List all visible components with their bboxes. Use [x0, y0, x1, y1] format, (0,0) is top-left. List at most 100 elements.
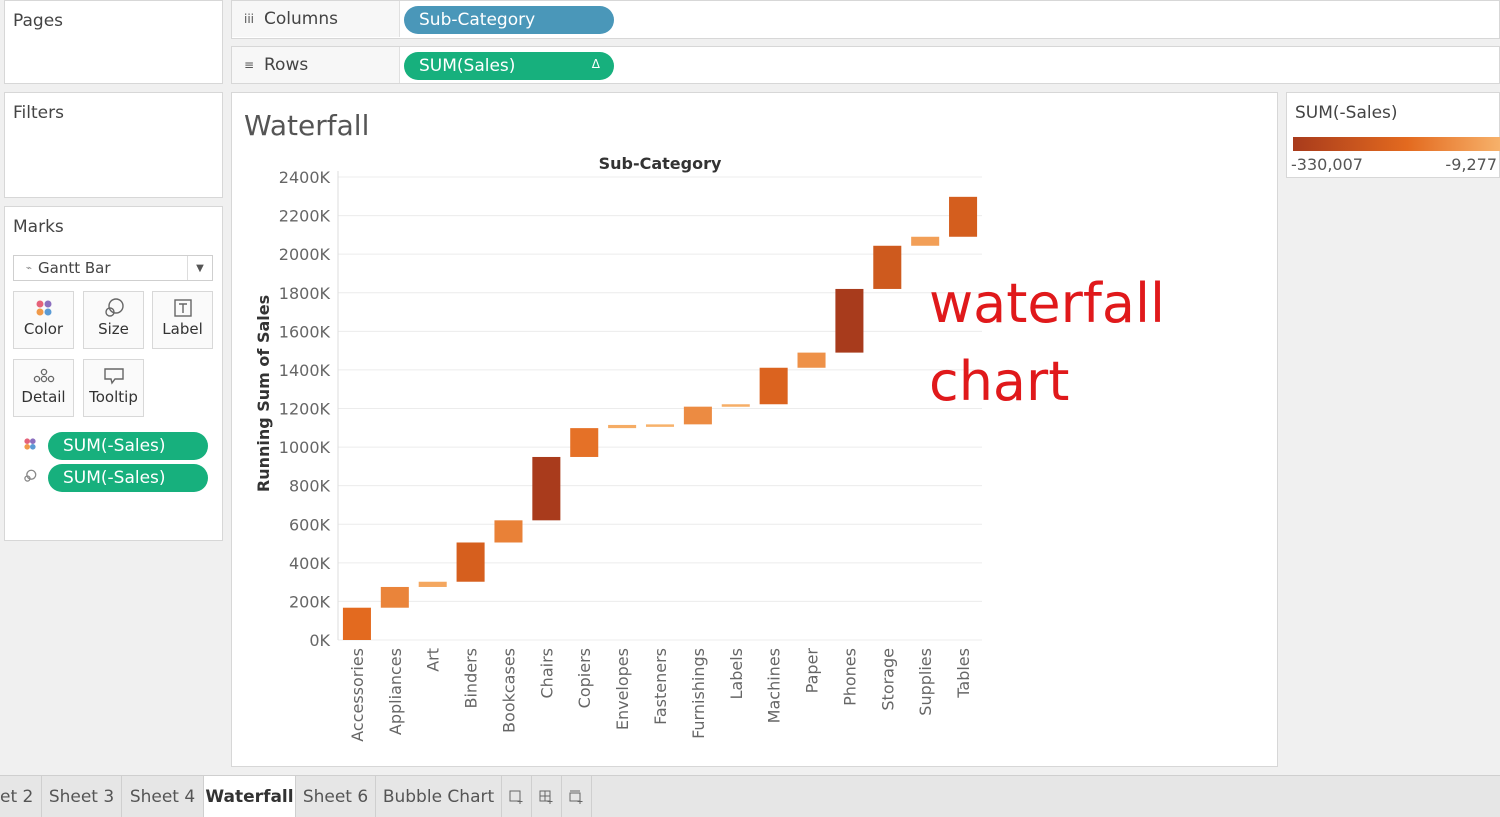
y-tick-label: 1400K: [279, 361, 331, 380]
waterfall-bar: [570, 428, 599, 457]
sheet-tabs-bar: et 2 Sheet 3 Sheet 4 Waterfall Sheet 6 B…: [0, 775, 1500, 817]
waterfall-bar: [456, 542, 485, 582]
color-icon: [23, 437, 37, 455]
mark-type-dropdown[interactable]: ⌁ Gantt Bar ▼: [13, 255, 213, 281]
x-tick-label: Machines: [765, 648, 784, 723]
label-icon: [153, 292, 212, 320]
waterfall-bar: [759, 367, 788, 405]
x-tick-label: Storage: [878, 648, 897, 711]
detail-label: Detail: [21, 388, 66, 406]
waterfall-bar: [721, 404, 750, 407]
annotation-text: waterfall chart: [929, 265, 1165, 421]
marks-label-button[interactable]: Label: [152, 291, 213, 349]
new-sheet-icon[interactable]: [502, 776, 532, 817]
waterfall-chart: Sub-Category 0K 200K 400K 600K 800K 1000K 1200K…: [254, 154, 982, 742]
annotation-line-1: waterfall: [929, 272, 1165, 335]
new-story-icon[interactable]: [562, 776, 592, 817]
legend-max-label: -9,277: [1445, 155, 1497, 174]
tab-bubble-chart[interactable]: Bubble Chart: [376, 776, 502, 817]
waterfall-bar: [645, 424, 675, 427]
waterfall-bar: [835, 288, 864, 353]
color-legend[interactable]: SUM(-Sales) -330,007 -9,277: [1286, 92, 1500, 178]
filters-shelf[interactable]: Filters: [4, 92, 223, 198]
y-tick-label: 600K: [289, 515, 331, 534]
legend-min-label: -330,007: [1291, 155, 1363, 174]
x-tick-label: Tables: [954, 648, 973, 699]
y-tick-label: 1200K: [279, 400, 331, 419]
rows-icon: ≡: [243, 58, 255, 72]
marks-size-pill[interactable]: SUM(-Sales): [48, 464, 208, 492]
tab-label: Sheet 4: [129, 786, 196, 807]
rows-pill-sum-sales[interactable]: SUM(Sales) Δ: [404, 52, 614, 80]
worksheet-view: Waterfall Sub-Category 0K 200K 400K 600K 800K…: [231, 92, 1278, 767]
rows-shelf[interactable]: ≡ Rows SUM(Sales) Δ: [231, 46, 1500, 84]
y-tick-label: 2400K: [279, 168, 331, 187]
marks-card: Marks ⌁ Gantt Bar ▼ Color Size Label Det…: [4, 206, 223, 541]
size-label: Size: [98, 320, 129, 338]
y-tick-label: 200K: [289, 592, 331, 611]
y-tick-label: 2000K: [279, 245, 331, 264]
x-tick-label: Labels: [727, 648, 746, 700]
x-tick-label: Accessories: [348, 648, 367, 742]
x-tick-label: Chairs: [537, 648, 556, 698]
size-icon: [84, 292, 143, 320]
tab-label: et 2: [0, 786, 34, 807]
rows-pill-label: SUM(Sales): [419, 56, 516, 76]
waterfall-bar: [532, 456, 561, 521]
marks-tooltip-button[interactable]: Tooltip: [83, 359, 144, 417]
x-tick-label: Art: [424, 648, 443, 672]
x-tick-label: Envelopes: [613, 648, 632, 730]
label-label: Label: [162, 320, 203, 338]
x-tick-label: Supplies: [916, 648, 935, 716]
x-tick-label: Phones: [840, 648, 859, 706]
marks-color-pill[interactable]: SUM(-Sales): [48, 432, 208, 460]
waterfall-bar: [949, 196, 978, 237]
y-tick-label: 800K: [289, 477, 331, 496]
tab-label: Sheet 3: [48, 786, 115, 807]
x-tick-label: Copiers: [575, 648, 594, 708]
pages-shelf[interactable]: Pages: [4, 0, 223, 84]
marks-size-button[interactable]: Size: [83, 291, 144, 349]
waterfall-bar: [911, 236, 940, 246]
detail-icon: [14, 360, 73, 388]
tab-label: Bubble Chart: [382, 786, 495, 807]
color-icon: [14, 292, 73, 320]
tab-sheet-3[interactable]: Sheet 3: [42, 776, 122, 817]
tooltip-icon: [84, 360, 143, 388]
waterfall-bar: [797, 352, 826, 368]
tab-sheet-6[interactable]: Sheet 6: [296, 776, 376, 817]
tab-label: Sheet 6: [302, 786, 369, 807]
annotation-line-2: chart: [929, 350, 1070, 413]
columns-pill-sub-category[interactable]: Sub-Category: [404, 6, 614, 34]
waterfall-bar: [494, 520, 523, 543]
mark-type-value: Gantt Bar: [38, 259, 111, 277]
marks-color-pill-label: SUM(-Sales): [63, 436, 166, 456]
table-calc-delta-icon: Δ: [591, 57, 600, 71]
columns-icon: iii: [243, 12, 254, 26]
rows-label: Rows: [264, 55, 309, 75]
x-tick-label: Furnishings: [689, 648, 708, 739]
y-tick-label: 1000K: [279, 438, 331, 457]
columns-label: Columns: [264, 9, 338, 29]
y-axis-label: Running Sum of Sales: [254, 295, 273, 492]
tab-sheet-2[interactable]: et 2: [0, 776, 42, 817]
waterfall-bar: [873, 245, 902, 289]
waterfall-bar: [342, 607, 371, 640]
legend-title: SUM(-Sales): [1295, 103, 1398, 123]
marks-color-button[interactable]: Color: [13, 291, 74, 349]
tab-waterfall[interactable]: Waterfall: [204, 776, 296, 817]
x-tick-label: Appliances: [386, 648, 405, 735]
chevron-down-icon[interactable]: ▼: [187, 256, 212, 280]
columns-shelf[interactable]: iii Columns Sub-Category: [231, 0, 1500, 39]
new-dashboard-icon[interactable]: [532, 776, 562, 817]
marks-detail-button[interactable]: Detail: [13, 359, 74, 417]
waterfall-bar: [380, 586, 409, 608]
color-label: Color: [23, 320, 64, 338]
columns-shelf-label: iii Columns: [232, 1, 400, 37]
waterfall-bar: [608, 424, 637, 429]
marks-title: Marks: [13, 217, 64, 237]
y-tick-label: 1800K: [279, 284, 331, 303]
x-tick-label: Fasteners: [651, 648, 670, 725]
tab-sheet-4[interactable]: Sheet 4: [122, 776, 204, 817]
tooltip-label: Tooltip: [89, 388, 138, 406]
